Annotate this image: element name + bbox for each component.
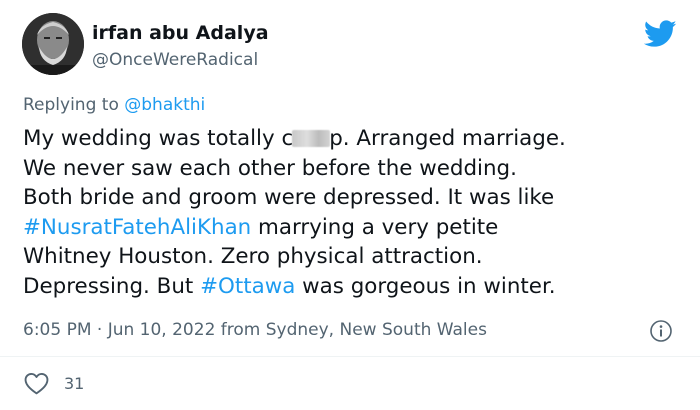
tweet-line: My wedding was totally c p. Arranged marr… (23, 126, 566, 151)
hashtag-link[interactable]: #Ottawa (200, 274, 295, 299)
tweet-text: My wedding was totally c p. Arranged marr… (23, 124, 683, 302)
like-count: 31 (64, 374, 85, 393)
tweet-timestamp[interactable]: 6:05 PM · Jun 10, 2022 from Sydney, New … (23, 320, 487, 340)
avatar[interactable] (22, 13, 84, 75)
reply-context: Replying to @bhakthi (23, 95, 205, 115)
divider (0, 356, 700, 357)
info-icon[interactable] (649, 319, 673, 343)
tweet-line: We never saw each other before the weddi… (23, 155, 517, 181)
reply-prefix: Replying to (23, 95, 125, 115)
heart-icon[interactable] (24, 372, 49, 395)
tweet-line: #NusratFatehAliKhan marrying a very peti… (23, 214, 499, 240)
tweet-card: irfan abu Adalya @OnceWereRadical Replyi… (0, 0, 700, 410)
twitter-bird-icon[interactable] (643, 20, 677, 48)
tweet-line: Both bride and groom were depressed. It … (23, 185, 555, 211)
tweet-line: Depressing. But #Ottawa was gorgeous in … (23, 273, 556, 299)
hashtag-link[interactable]: #NusratFatehAliKhan (23, 215, 251, 240)
reply-mention-link[interactable]: @bhakthi (124, 95, 205, 115)
author-handle[interactable]: @OnceWereRadical (92, 50, 258, 70)
censored-word (292, 130, 331, 147)
author-display-name[interactable]: irfan abu Adalya (92, 22, 269, 44)
tweet-line: Whitney Houston. Zero physical attractio… (23, 244, 483, 270)
